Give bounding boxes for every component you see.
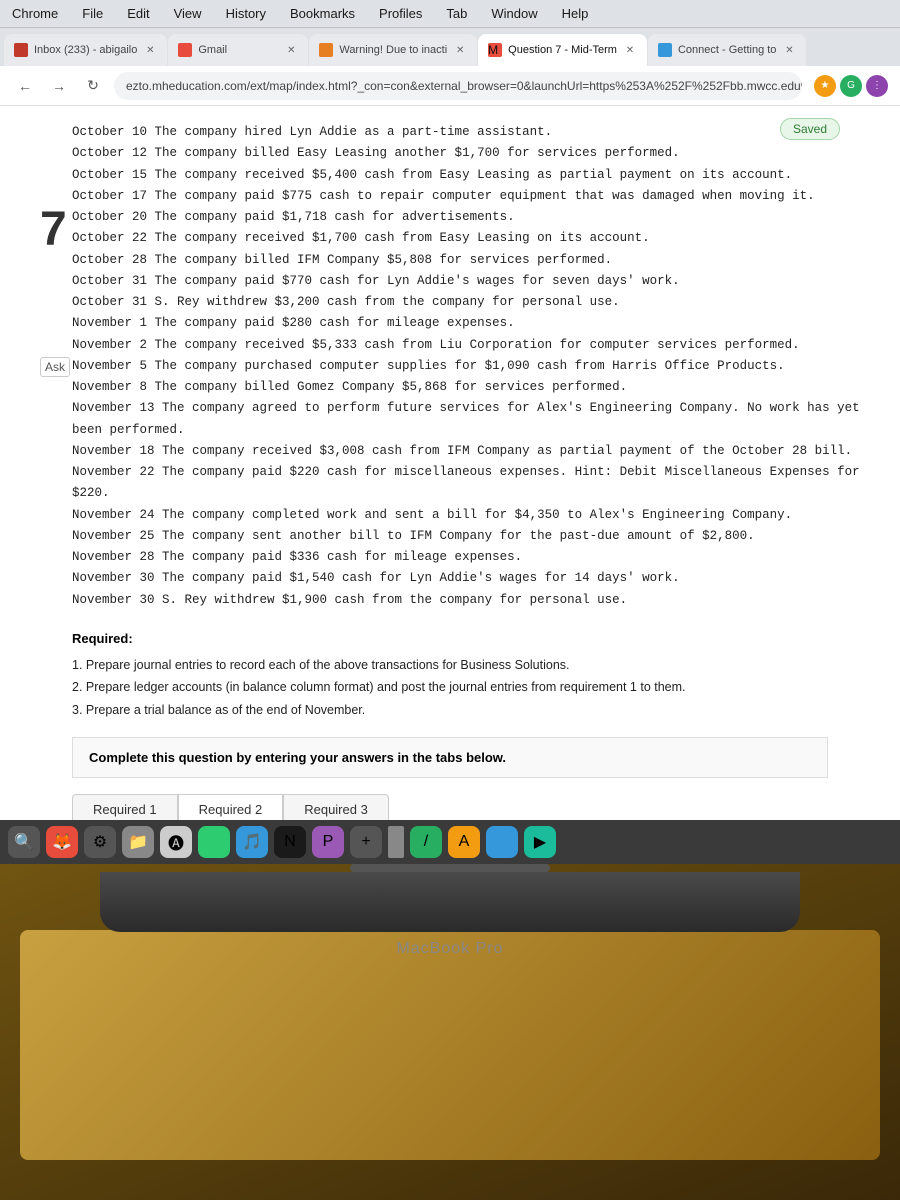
chrome-menu-bookmarks[interactable]: Bookmarks bbox=[286, 4, 359, 23]
required-title: Required: bbox=[72, 631, 868, 646]
chrome-menu-profiles[interactable]: Profiles bbox=[375, 4, 426, 23]
transaction-6: October 22 The company received $1,700 c… bbox=[72, 228, 868, 249]
tab-close-connect[interactable]: ✕ bbox=[782, 43, 796, 57]
macos-taskbar: 🔍 🦊 ⚙ 📁 🅐 🎵 N P + / A ▶ bbox=[0, 820, 900, 864]
transaction-11: November 2 The company received $5,333 c… bbox=[72, 335, 868, 356]
tab-favicon-inbox bbox=[14, 43, 28, 57]
transaction-20: November 30 The company paid $1,540 cash… bbox=[72, 568, 868, 589]
chrome-menu-file[interactable]: File bbox=[78, 4, 107, 23]
required-section: Required: 1. Prepare journal entries to … bbox=[72, 631, 868, 722]
tab-favicon-warning bbox=[319, 43, 333, 57]
dock-item10[interactable]: / bbox=[410, 826, 442, 858]
transaction-21: November 30 S. Rey withdrew $1,900 cash … bbox=[72, 590, 868, 611]
dock-firefox[interactable]: 🦊 bbox=[46, 826, 78, 858]
tab-bar: Inbox (233) - abigailo ✕ Gmail ✕ Warning… bbox=[0, 28, 900, 66]
tab-label-question: Question 7 - Mid-Term bbox=[508, 44, 617, 56]
tab-label-warning: Warning! Due to inacti bbox=[339, 44, 447, 56]
transaction-8: October 31 The company paid $770 cash fo… bbox=[72, 271, 868, 292]
dock-finder[interactable]: 🔍 bbox=[8, 826, 40, 858]
dock-item8[interactable]: P bbox=[312, 826, 344, 858]
tab-label-connect: Connect - Getting to bbox=[678, 44, 776, 56]
transaction-2: October 12 The company billed Easy Leasi… bbox=[72, 143, 868, 164]
tab-gmail[interactable]: Gmail ✕ bbox=[168, 34, 308, 66]
ext-icon-menu[interactable]: ⋮ bbox=[866, 75, 888, 97]
tab-warning[interactable]: Warning! Due to inacti ✕ bbox=[309, 34, 477, 66]
tab-label-gmail: Gmail bbox=[198, 44, 278, 56]
laptop-body bbox=[20, 930, 880, 1160]
transaction-15: November 18 The company received $3,008 … bbox=[72, 441, 868, 462]
chrome-menu-app[interactable]: Chrome bbox=[8, 4, 62, 23]
required-item-3: 3. Prepare a trial balance as of the end… bbox=[72, 699, 868, 722]
transaction-5: October 20 The company paid $1,718 cash … bbox=[72, 207, 868, 228]
tab-close-warning[interactable]: ✕ bbox=[453, 43, 467, 57]
chrome-menu-view[interactable]: View bbox=[170, 4, 206, 23]
transaction-14: November 13 The company agreed to perfor… bbox=[72, 398, 868, 441]
ext-icon-star[interactable]: ★ bbox=[814, 75, 836, 97]
dock-files[interactable]: 📁 bbox=[122, 826, 154, 858]
complete-box: Complete this question by entering your … bbox=[72, 737, 828, 778]
transaction-12: November 5 The company purchased compute… bbox=[72, 356, 868, 377]
chrome-menu-edit[interactable]: Edit bbox=[123, 4, 153, 23]
chrome-menu-help[interactable]: Help bbox=[558, 4, 593, 23]
transaction-4: October 17 The company paid $775 cash to… bbox=[72, 186, 868, 207]
tab-favicon-question: M bbox=[488, 43, 502, 57]
tab-label-inbox: Inbox (233) - abigailo bbox=[34, 44, 137, 56]
chrome-menu-window[interactable]: Window bbox=[487, 4, 541, 23]
tab-connect[interactable]: Connect - Getting to ✕ bbox=[648, 34, 806, 66]
tab-required-2[interactable]: Required 2 bbox=[178, 794, 284, 820]
transaction-9: October 31 S. Rey withdrew $3,200 cash f… bbox=[72, 292, 868, 313]
chrome-menu-bar: Chrome File Edit View History Bookmarks … bbox=[0, 0, 900, 28]
required-item-1: 1. Prepare journal entries to record eac… bbox=[72, 654, 868, 677]
ext-icon-g[interactable]: G bbox=[840, 75, 862, 97]
forward-button[interactable]: → bbox=[46, 73, 72, 99]
tab-required-3[interactable]: Required 3 bbox=[283, 794, 389, 820]
tab-favicon-connect bbox=[658, 43, 672, 57]
required-item-2: 2. Prepare ledger accounts (in balance c… bbox=[72, 676, 868, 699]
laptop-notch bbox=[350, 864, 550, 872]
tab-question[interactable]: M Question 7 - Mid-Term ✕ bbox=[478, 34, 647, 66]
url-input[interactable]: ezto.mheducation.com/ext/map/index.html?… bbox=[114, 72, 802, 100]
dock-item13[interactable]: ▶ bbox=[524, 826, 556, 858]
required-items: 1. Prepare journal entries to record eac… bbox=[72, 654, 868, 722]
transaction-10: November 1 The company paid $280 cash fo… bbox=[72, 313, 868, 334]
transaction-18: November 25 The company sent another bil… bbox=[72, 526, 868, 547]
transaction-1: October 10 The company hired Lyn Addie a… bbox=[72, 122, 868, 143]
back-button[interactable]: ← bbox=[12, 73, 38, 99]
dock-item9[interactable]: + bbox=[350, 826, 382, 858]
tab-close-gmail[interactable]: ✕ bbox=[284, 43, 298, 57]
tab-favicon-gmail bbox=[178, 43, 192, 57]
tab-close-question[interactable]: ✕ bbox=[623, 43, 637, 57]
tab-close-inbox[interactable]: ✕ bbox=[143, 43, 157, 57]
tabs-navigation: Required 1 Required 2 Required 3 bbox=[72, 794, 828, 820]
dock-item5[interactable] bbox=[198, 826, 230, 858]
laptop-hinge bbox=[100, 872, 800, 932]
dock-item11[interactable]: A bbox=[448, 826, 480, 858]
tab-required-1[interactable]: Required 1 bbox=[72, 794, 178, 820]
chrome-menu-history[interactable]: History bbox=[222, 4, 270, 23]
ask-label[interactable]: Ask bbox=[40, 357, 70, 377]
problem-number: 7 bbox=[40, 202, 67, 257]
dock-item12[interactable] bbox=[486, 826, 518, 858]
tab-inbox[interactable]: Inbox (233) - abigailo ✕ bbox=[4, 34, 167, 66]
chrome-menu-tab[interactable]: Tab bbox=[442, 4, 471, 23]
transaction-3: October 15 The company received $5,400 c… bbox=[72, 165, 868, 186]
dock-item6[interactable]: 🎵 bbox=[236, 826, 268, 858]
reload-button[interactable]: ↻ bbox=[80, 73, 106, 99]
address-bar: ← → ↻ ezto.mheducation.com/ext/map/index… bbox=[0, 66, 900, 106]
transaction-19: November 28 The company paid $336 cash f… bbox=[72, 547, 868, 568]
transactions-text: October 10 The company hired Lyn Addie a… bbox=[72, 122, 868, 611]
browser-screen: Chrome File Edit View History Bookmarks … bbox=[0, 0, 900, 820]
transaction-17: November 24 The company completed work a… bbox=[72, 505, 868, 526]
macbook-label: MacBook Pro bbox=[396, 940, 503, 958]
transaction-7: October 28 The company billed IFM Compan… bbox=[72, 250, 868, 271]
dock-divider bbox=[388, 826, 404, 858]
transaction-16: November 22 The company paid $220 cash f… bbox=[72, 462, 868, 505]
extension-icons: ★ G ⋮ bbox=[814, 75, 888, 97]
transaction-13: November 8 The company billed Gomez Comp… bbox=[72, 377, 868, 398]
dock-item4[interactable]: 🅐 bbox=[160, 826, 192, 858]
content-area: Saved 7 Ask October 10 The company hired… bbox=[0, 106, 900, 820]
dock-settings[interactable]: ⚙ bbox=[84, 826, 116, 858]
dock-item7[interactable]: N bbox=[274, 826, 306, 858]
